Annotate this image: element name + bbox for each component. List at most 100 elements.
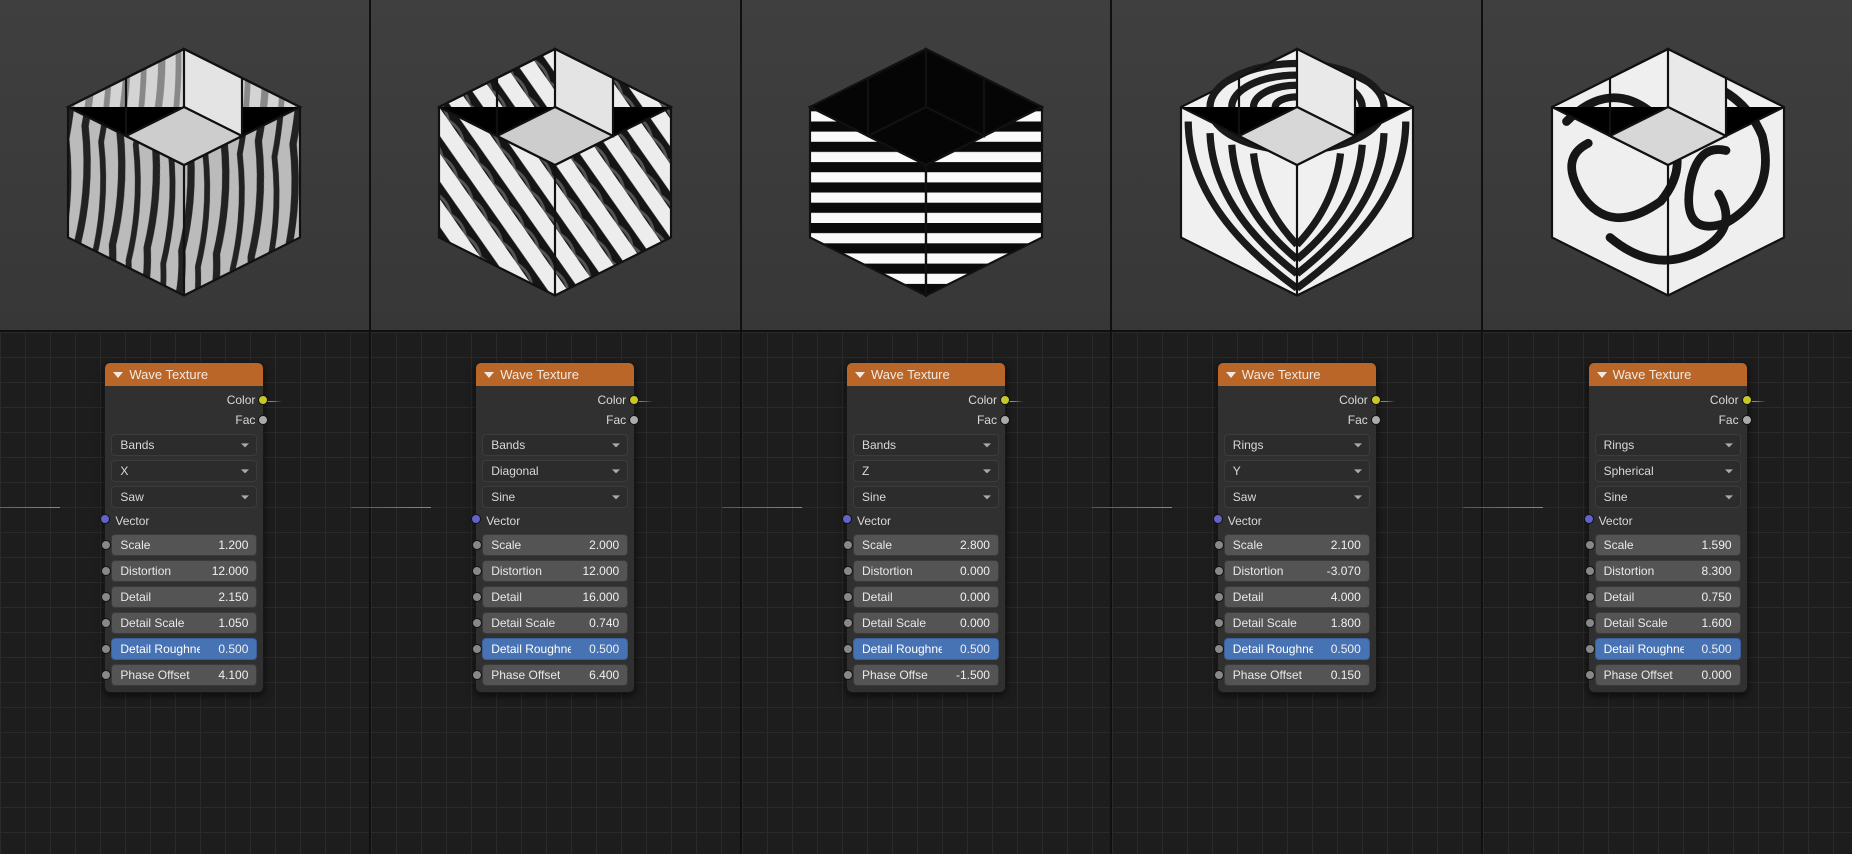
socket-icon[interactable] [1214, 540, 1224, 550]
vector-input[interactable]: Vector [482, 508, 628, 530]
node-header[interactable]: Wave Texture [1589, 363, 1747, 386]
viewport-preview[interactable] [371, 0, 740, 332]
output-color[interactable]: Color [1224, 390, 1370, 410]
vector-input[interactable]: Vector [853, 508, 999, 530]
type-dropdown[interactable]: Rings [1595, 434, 1741, 456]
detail-roughness-input[interactable]: Detail Roughne0.500 [1595, 638, 1741, 660]
socket-icon[interactable] [1585, 566, 1595, 576]
socket-fac-icon[interactable] [629, 415, 639, 425]
socket-icon[interactable] [101, 618, 111, 628]
socket-icon[interactable] [843, 618, 853, 628]
detail-roughness-input[interactable]: Detail Roughne0.500 [1224, 638, 1370, 660]
socket-icon[interactable] [1585, 540, 1595, 550]
direction-dropdown[interactable]: Z [853, 460, 999, 482]
detail-input[interactable]: Detail0.750 [1595, 586, 1741, 608]
socket-icon[interactable] [472, 644, 482, 654]
collapse-icon[interactable] [484, 372, 494, 378]
detail-scale-input[interactable]: Detail Scale1.050 [111, 612, 257, 634]
socket-vector-icon[interactable] [1584, 514, 1594, 524]
node-header[interactable]: Wave Texture [476, 363, 634, 386]
socket-icon[interactable] [843, 566, 853, 576]
socket-icon[interactable] [1214, 592, 1224, 602]
detail-roughness-input[interactable]: Detail Roughne0.500 [853, 638, 999, 660]
detail-input[interactable]: Detail2.150 [111, 586, 257, 608]
collapse-icon[interactable] [1597, 372, 1607, 378]
socket-icon[interactable] [1585, 670, 1595, 680]
socket-vector-icon[interactable] [471, 514, 481, 524]
output-color[interactable]: Color [853, 390, 999, 410]
phase-offset-input[interactable]: Phase Offset0.000 [1595, 664, 1741, 686]
socket-icon[interactable] [843, 592, 853, 602]
socket-vector-icon[interactable] [842, 514, 852, 524]
type-dropdown[interactable]: Rings [1224, 434, 1370, 456]
socket-icon[interactable] [1214, 670, 1224, 680]
wave-texture-node[interactable]: Wave Texture Color Fac Bands X Saw [104, 362, 264, 693]
socket-icon[interactable] [101, 644, 111, 654]
socket-icon[interactable] [101, 566, 111, 576]
node-header[interactable]: Wave Texture [847, 363, 1005, 386]
socket-icon[interactable] [1214, 618, 1224, 628]
wave-texture-node[interactable]: Wave Texture Color Fac Bands Z Sine Vect… [846, 362, 1006, 693]
phase-offset-input[interactable]: Phase Offset4.100 [111, 664, 257, 686]
socket-icon[interactable] [101, 540, 111, 550]
socket-color-icon[interactable] [1000, 395, 1010, 405]
wave-texture-node[interactable]: Wave Texture Color Fac Rings Y Saw Vecto… [1217, 362, 1377, 693]
distortion-input[interactable]: Distortion8.300 [1595, 560, 1741, 582]
socket-vector-icon[interactable] [100, 514, 110, 524]
collapse-icon[interactable] [113, 372, 123, 378]
scale-input[interactable]: Scale2.100 [1224, 534, 1370, 556]
viewport-preview[interactable] [1112, 0, 1481, 332]
socket-fac-icon[interactable] [258, 415, 268, 425]
socket-icon[interactable] [101, 592, 111, 602]
scale-input[interactable]: Scale2.000 [482, 534, 628, 556]
socket-icon[interactable] [101, 670, 111, 680]
socket-icon[interactable] [1214, 644, 1224, 654]
vector-input[interactable]: Vector [111, 508, 257, 530]
socket-icon[interactable] [843, 670, 853, 680]
direction-dropdown[interactable]: X [111, 460, 257, 482]
socket-icon[interactable] [1214, 566, 1224, 576]
socket-icon[interactable] [1585, 644, 1595, 654]
type-dropdown[interactable]: Bands [853, 434, 999, 456]
profile-dropdown[interactable]: Saw [1224, 486, 1370, 508]
socket-color-icon[interactable] [1742, 395, 1752, 405]
socket-icon[interactable] [843, 644, 853, 654]
socket-color-icon[interactable] [1371, 395, 1381, 405]
detail-roughness-input[interactable]: Detail Roughne0.500 [482, 638, 628, 660]
node-editor[interactable]: Wave Texture Color Fac Bands X Saw [0, 332, 369, 854]
wave-texture-node[interactable]: Wave Texture Color Fac Rings Spherical S… [1588, 362, 1748, 693]
phase-offset-input[interactable]: Phase Offset0.150 [1224, 664, 1370, 686]
socket-fac-icon[interactable] [1371, 415, 1381, 425]
viewport-preview[interactable] [742, 0, 1111, 332]
type-dropdown[interactable]: Bands [111, 434, 257, 456]
node-editor[interactable]: Wave Texture Color Fac Rings Spherical S… [1483, 332, 1852, 854]
collapse-icon[interactable] [1226, 372, 1236, 378]
output-fac[interactable]: Fac [482, 410, 628, 430]
scale-input[interactable]: Scale2.800 [853, 534, 999, 556]
output-fac[interactable]: Fac [111, 410, 257, 430]
distortion-input[interactable]: Distortion0.000 [853, 560, 999, 582]
vector-input[interactable]: Vector [1595, 508, 1741, 530]
socket-icon[interactable] [472, 540, 482, 550]
wave-texture-node[interactable]: Wave Texture Color Fac Bands Diagonal Si… [475, 362, 635, 693]
detail-scale-input[interactable]: Detail Scale1.600 [1595, 612, 1741, 634]
output-color[interactable]: Color [1595, 390, 1741, 410]
direction-dropdown[interactable]: Spherical [1595, 460, 1741, 482]
profile-dropdown[interactable]: Saw [111, 486, 257, 508]
socket-icon[interactable] [1585, 618, 1595, 628]
detail-input[interactable]: Detail0.000 [853, 586, 999, 608]
socket-icon[interactable] [472, 618, 482, 628]
node-editor[interactable]: Wave Texture Color Fac Bands Z Sine Vect… [742, 332, 1111, 854]
vector-input[interactable]: Vector [1224, 508, 1370, 530]
node-editor[interactable]: Wave Texture Color Fac Rings Y Saw Vecto… [1112, 332, 1481, 854]
direction-dropdown[interactable]: Diagonal [482, 460, 628, 482]
phase-offset-input[interactable]: Phase Offse-1.500 [853, 664, 999, 686]
socket-color-icon[interactable] [629, 395, 639, 405]
type-dropdown[interactable]: Bands [482, 434, 628, 456]
socket-icon[interactable] [472, 670, 482, 680]
output-fac[interactable]: Fac [853, 410, 999, 430]
profile-dropdown[interactable]: Sine [853, 486, 999, 508]
profile-dropdown[interactable]: Sine [1595, 486, 1741, 508]
distortion-input[interactable]: Distortion-3.070 [1224, 560, 1370, 582]
output-fac[interactable]: Fac [1595, 410, 1741, 430]
